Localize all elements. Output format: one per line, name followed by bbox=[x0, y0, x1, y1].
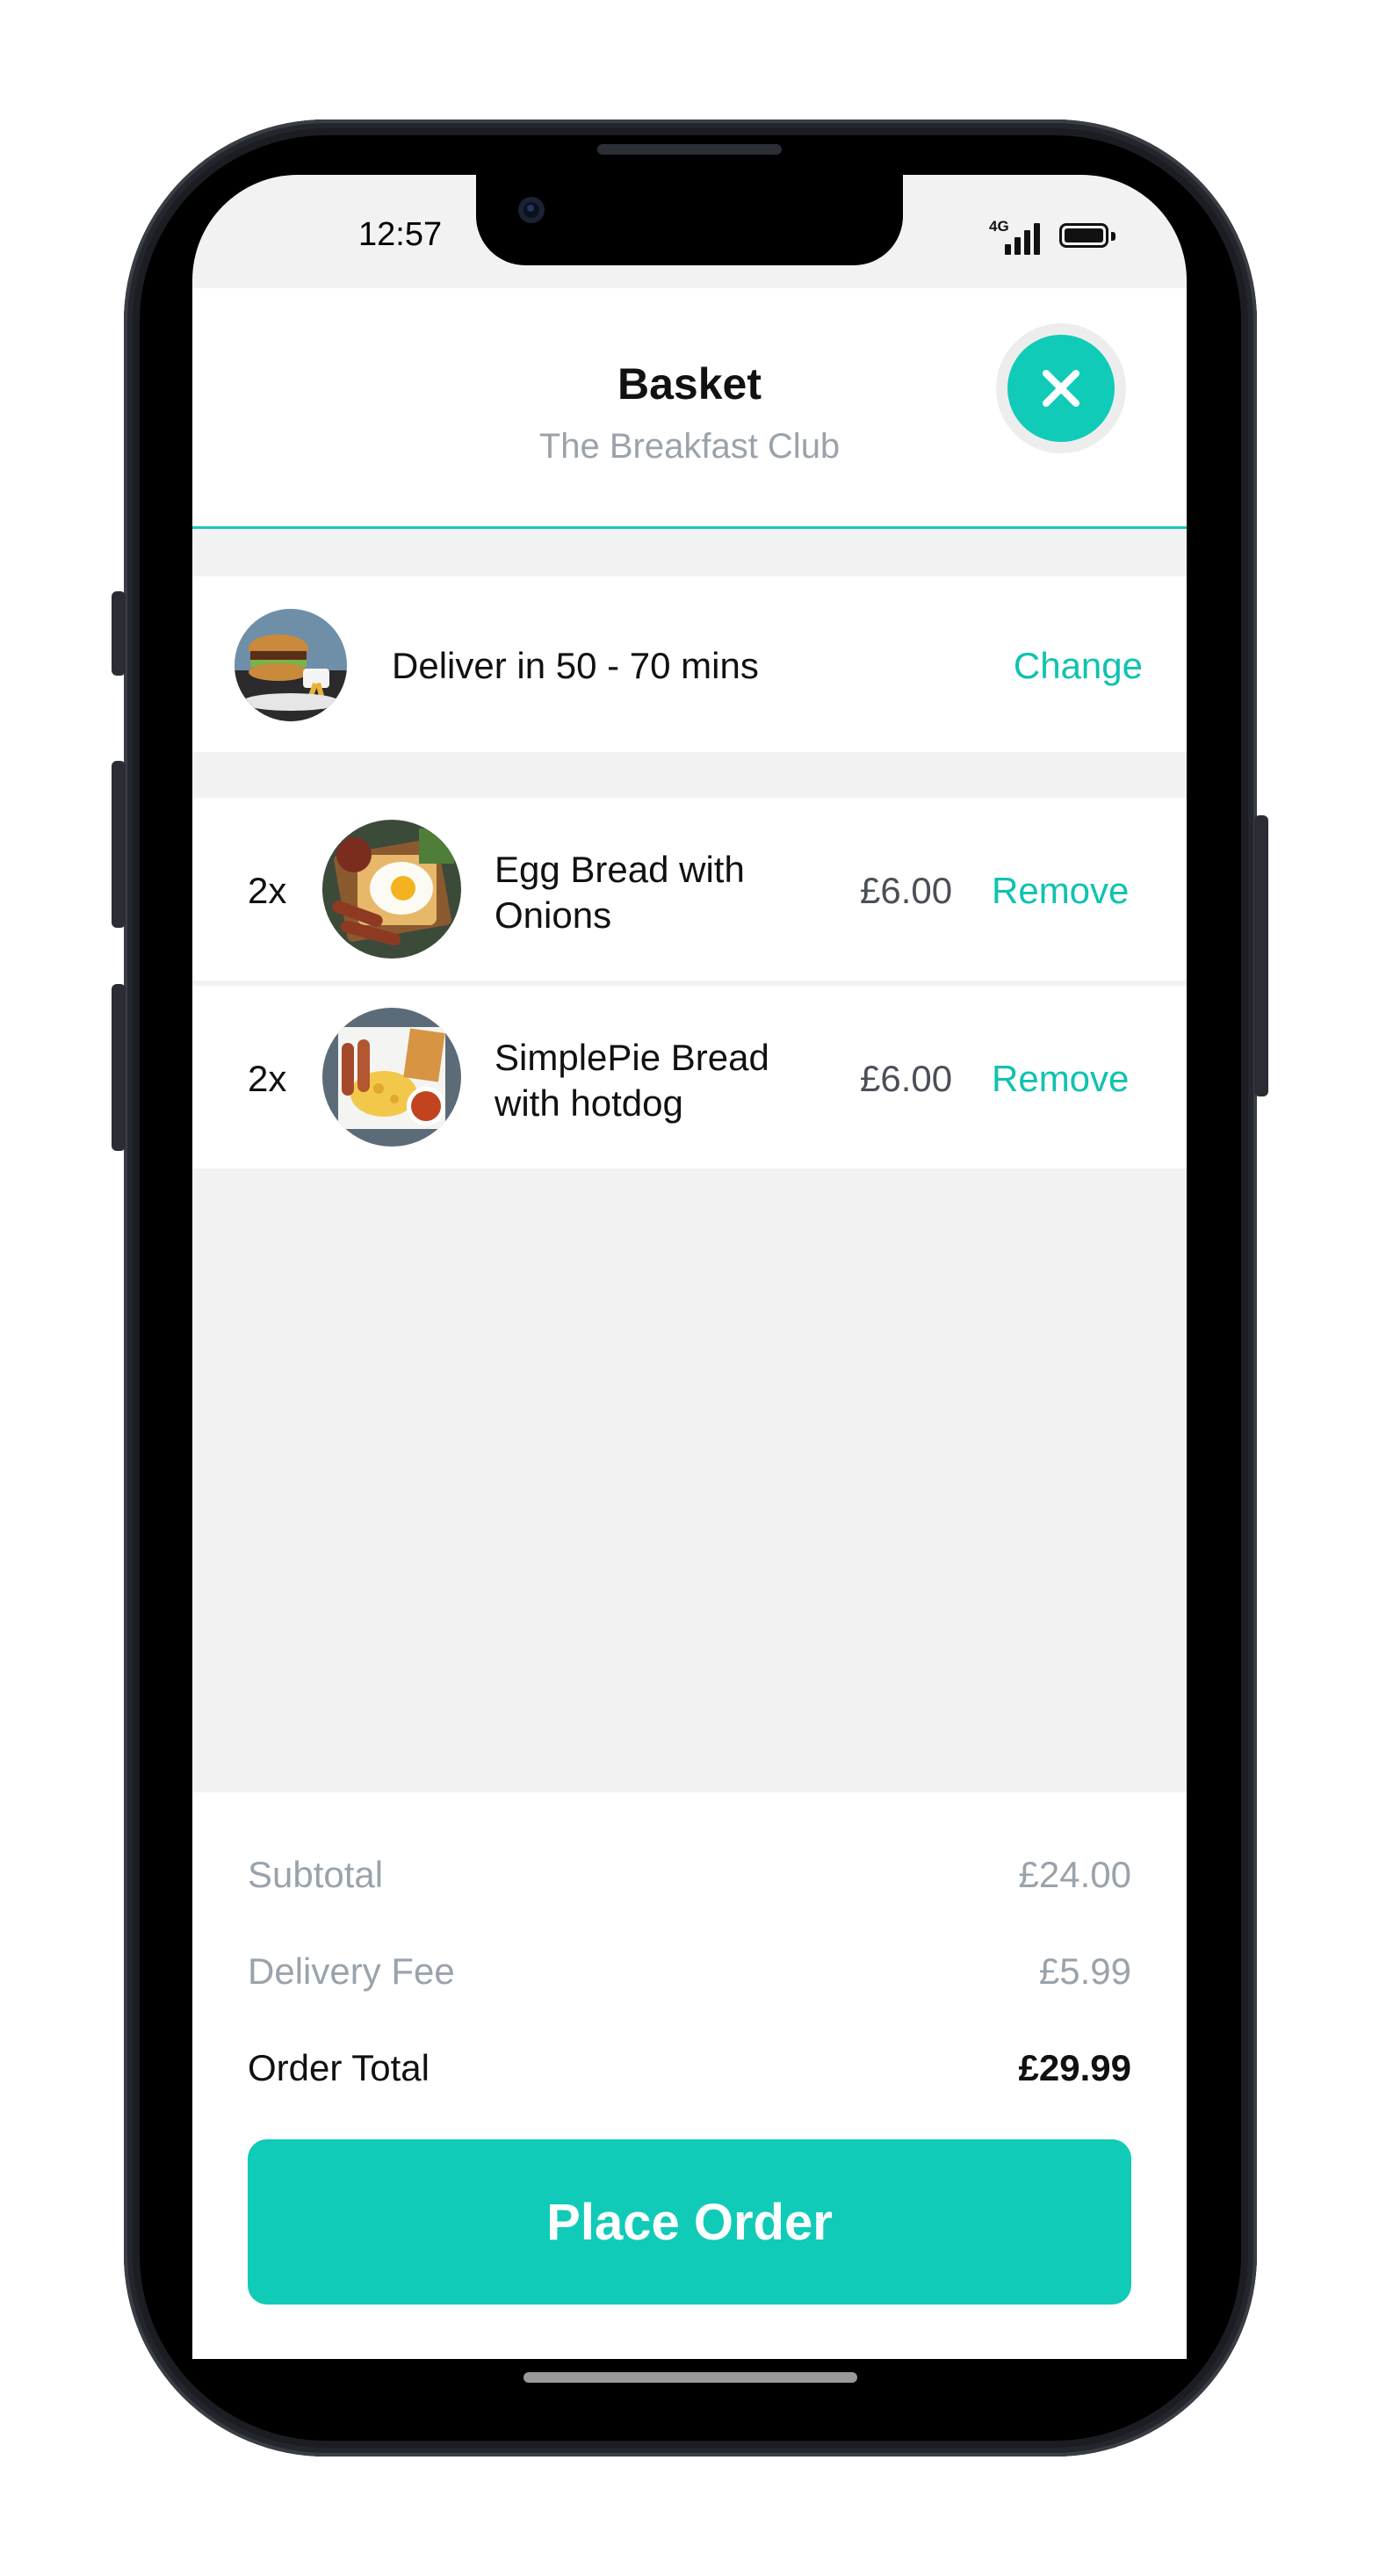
delivery-fee-value: £5.99 bbox=[1038, 1950, 1131, 1992]
item-name: Egg Bread with Onions bbox=[495, 849, 745, 936]
front-camera bbox=[518, 197, 545, 223]
item-name: SimplePie Bread with hotdog bbox=[495, 1037, 769, 1124]
order-total-label: Order Total bbox=[248, 2047, 430, 2088]
delivery-fee-label: Delivery Fee bbox=[248, 1950, 455, 1992]
order-total-value: £29.99 bbox=[1018, 2047, 1131, 2088]
remove-item-button[interactable]: Remove bbox=[992, 870, 1129, 912]
basket-header: Basket The Breakfast Club bbox=[192, 288, 1187, 529]
battery-level bbox=[1065, 228, 1103, 242]
subtotal-value: £24.00 bbox=[1018, 1854, 1131, 1895]
basket-item: 2x Egg Bread with Onions £6.00 Remove bbox=[192, 798, 1187, 980]
notch bbox=[476, 175, 903, 265]
item-thumbnail bbox=[322, 1008, 461, 1147]
delivery-time-text: Deliver in 50 - 70 mins bbox=[392, 645, 759, 686]
close-icon bbox=[1043, 370, 1079, 407]
order-summary: Subtotal £24.00 Delivery Fee £5.99 Order… bbox=[192, 1792, 1187, 2359]
item-quantity: 2x bbox=[248, 870, 287, 911]
battery-cap bbox=[1111, 232, 1115, 241]
power-button bbox=[1254, 815, 1268, 1096]
battery-icon bbox=[1059, 223, 1108, 248]
change-delivery-link[interactable]: Change bbox=[1014, 645, 1143, 687]
subtotal-row: Subtotal £24.00 bbox=[248, 1854, 1131, 1896]
item-quantity: 2x bbox=[248, 1058, 287, 1099]
item-price: £6.00 bbox=[860, 1058, 953, 1099]
place-order-button[interactable]: Place Order bbox=[248, 2139, 1131, 2305]
subtotal-label: Subtotal bbox=[248, 1854, 384, 1895]
order-total-row: Order Total £29.99 bbox=[248, 2047, 1131, 2089]
volume-up-button bbox=[112, 761, 126, 928]
basket-items-list: 2x Egg Bread with Onions £6.00 Remove 2x bbox=[192, 798, 1187, 1169]
item-price: £6.00 bbox=[860, 870, 953, 911]
status-time: 12:57 bbox=[358, 216, 443, 253]
home-indicator[interactable] bbox=[523, 2372, 857, 2383]
restaurant-thumbnail bbox=[235, 609, 347, 721]
basket-item: 2x SimplePie Bread with hotdog £6.00 Rem… bbox=[192, 986, 1187, 1169]
delivery-time-row: Deliver in 50 - 70 mins Change bbox=[192, 576, 1187, 752]
earpiece-speaker bbox=[597, 144, 782, 155]
delivery-fee-row: Delivery Fee £5.99 bbox=[248, 1950, 1131, 1993]
remove-item-button[interactable]: Remove bbox=[992, 1058, 1129, 1100]
item-thumbnail bbox=[322, 820, 461, 959]
mute-switch bbox=[112, 591, 126, 676]
volume-down-button bbox=[112, 984, 126, 1151]
close-button[interactable] bbox=[1007, 335, 1115, 442]
network-label: 4G bbox=[989, 218, 1009, 235]
